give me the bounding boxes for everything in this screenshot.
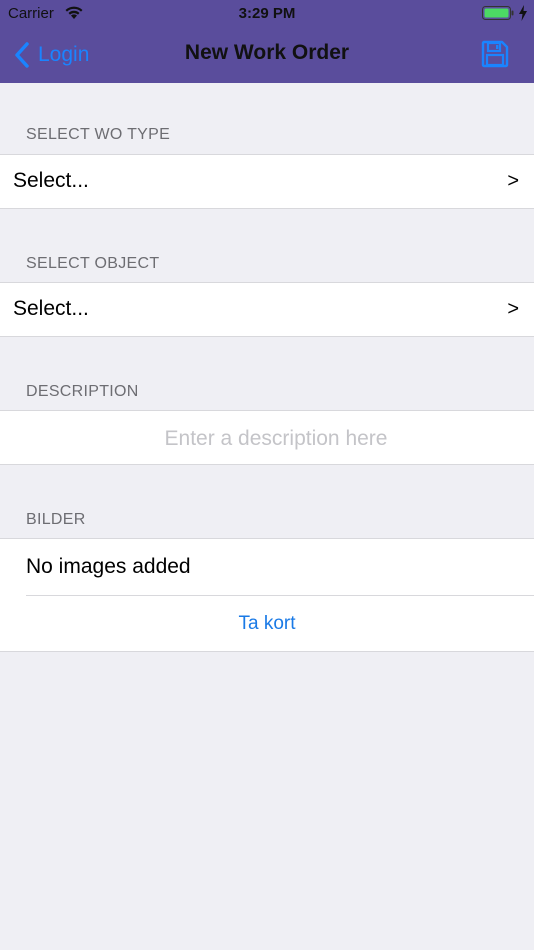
section-header-wo-type: SELECT WO TYPE (26, 126, 171, 143)
take-photo-button[interactable]: Ta kort (0, 613, 534, 635)
no-images-text: No images added (26, 555, 191, 578)
charging-bolt-icon (519, 5, 527, 21)
section-header-images: BILDER (26, 511, 86, 528)
wo-type-selector[interactable]: Select... > (0, 154, 534, 209)
navigation-bar: Login New Work Order (0, 28, 534, 83)
description-input[interactable] (0, 411, 534, 466)
chevron-right-icon: > (507, 298, 519, 320)
divider (26, 595, 534, 596)
section-header-object: SELECT OBJECT (26, 255, 160, 272)
object-value: Select... (13, 297, 89, 320)
images-block: No images added Ta kort (0, 538, 534, 652)
app-header: Carrier 3:29 PM Login New Work Order (0, 0, 534, 83)
chevron-right-icon: > (507, 170, 519, 192)
wo-type-value: Select... (13, 169, 89, 192)
clock: 3:29 PM (238, 5, 296, 22)
status-bar: Carrier 3:29 PM (0, 0, 534, 28)
floppy-disk-icon[interactable] (481, 40, 509, 68)
page-title: New Work Order (184, 41, 350, 64)
section-header-description: DESCRIPTION (26, 383, 139, 400)
object-selector[interactable]: Select... > (0, 282, 534, 337)
description-cell (0, 410, 534, 466)
battery-icon (482, 6, 514, 20)
